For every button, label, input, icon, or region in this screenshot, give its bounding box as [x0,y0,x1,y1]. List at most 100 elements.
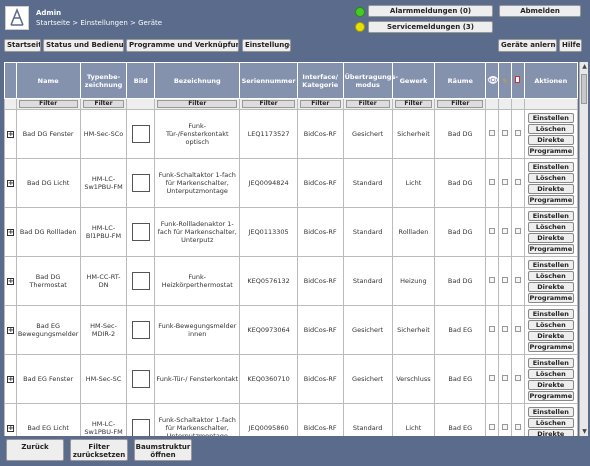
programme-button[interactable]: Programme [527,243,574,254]
filter-reset-button[interactable]: Filter zurücksetzen [70,439,128,461]
operate-checkbox[interactable] [501,228,508,234]
protocol-checkbox[interactable] [514,424,521,430]
column-name[interactable]: Name [15,62,81,99]
loeschen-button[interactable]: Löschen [527,368,574,379]
loeschen-button[interactable]: Löschen [527,123,574,134]
vertical-scrollbar[interactable]: ▲ ▼ [579,62,588,436]
loeschen-button[interactable]: Löschen [527,417,574,428]
programme-button[interactable]: Programme [527,292,574,303]
loeschen-button[interactable]: Löschen [527,221,574,232]
device-gewerk: Licht [391,403,436,436]
expand-plus-icon[interactable]: + [6,424,14,432]
direkte-button[interactable]: Direkte [527,183,574,194]
visible-checkbox[interactable] [489,228,496,234]
protocol-checkbox[interactable] [514,179,521,185]
programme-button[interactable]: Programme [527,145,574,156]
device-name[interactable]: Bad DG Licht [15,158,81,208]
device-name[interactable]: Bad DG Rollladen [15,207,81,257]
geraete-anlernen-button[interactable]: Geräte anlernen [498,39,557,52]
einstellen-button[interactable]: Einstellen [527,308,574,319]
direkte-button[interactable]: Direkte [527,379,574,390]
visible-checkbox[interactable] [489,424,496,430]
expand-plus-icon[interactable]: + [6,179,14,187]
expand-plus-icon[interactable]: + [6,228,14,236]
protocol-checkbox[interactable] [514,228,521,234]
protocol-checkbox[interactable] [514,130,521,136]
scroll-up-icon[interactable]: ▲ [581,63,588,70]
column-interface[interactable]: Interface/ Kategorie [296,62,344,99]
protocol-checkbox[interactable] [514,326,521,332]
alarm-messages-button[interactable]: Alarmmeldungen (0) [368,5,493,17]
device-type: HM-LC-Bl1PBU-FM [79,207,128,257]
programme-button[interactable]: Programme [527,390,574,401]
filter-bezeichnung-button[interactable]: Filter [157,100,238,108]
einstellen-button[interactable]: Einstellen [527,406,574,417]
operate-checkbox[interactable] [501,130,508,136]
programme-button[interactable]: Programme [527,341,574,352]
protocol-cell [510,305,525,355]
einstellen-button[interactable]: Einstellen [527,357,574,368]
column-typ[interactable]: Typenbe-zeichnung [79,62,128,99]
device-name[interactable]: Bad DG Thermostat [15,256,81,306]
filter-gewerk-button[interactable]: Filter [394,100,433,108]
device-name[interactable]: Bad EG Fenster [15,354,81,404]
back-button[interactable]: Zurück [6,439,64,461]
help-button[interactable]: Hilfe [559,39,582,52]
homematic-logo [5,6,29,30]
expand-plus-icon[interactable]: + [6,326,14,334]
direkte-button[interactable]: Direkte [527,134,574,145]
direkte-button[interactable]: Direkte [527,428,574,436]
operate-checkbox[interactable] [501,375,508,381]
scroll-down-icon[interactable]: ▼ [581,428,588,435]
filter-raeume-button[interactable]: Filter [437,100,484,108]
loeschen-button[interactable]: Löschen [527,172,574,183]
einstellen-button[interactable]: Einstellen [527,259,574,270]
nav-einstellungen-button[interactable]: Einstellungen [242,39,291,52]
protocol-checkbox[interactable] [514,375,521,381]
operate-checkbox[interactable] [501,277,508,283]
operate-checkbox[interactable] [501,179,508,185]
expand-plus-icon[interactable]: + [6,130,14,138]
protocol-checkbox[interactable] [514,277,521,283]
logout-button[interactable]: Abmelden [499,5,581,17]
direkte-button[interactable]: Direkte [527,330,574,341]
column-serial[interactable]: Seriennummer [239,62,298,99]
filter-name-button[interactable]: Filter [18,100,78,108]
einstellen-button[interactable]: Einstellen [527,112,574,123]
programme-button[interactable]: Programme [527,194,574,205]
document-icon [515,76,521,83]
einstellen-button[interactable]: Einstellen [527,210,574,221]
column-mode[interactable]: Übertragungs-modus [342,62,398,99]
expand-plus-icon[interactable]: + [6,375,14,383]
tree-view-button[interactable]: Baumstruktur öffnen [134,439,192,461]
filter-mode-button[interactable]: Filter [345,100,390,108]
nav-startseite-button[interactable]: Startseite [4,39,41,52]
einstellen-button[interactable]: Einstellen [527,161,574,172]
visible-checkbox[interactable] [489,277,496,283]
loeschen-button[interactable]: Löschen [527,270,574,281]
column-gewerk[interactable]: Gewerk [391,62,436,99]
direkte-button[interactable]: Direkte [527,232,574,243]
operate-checkbox[interactable] [501,326,508,332]
column-raeume[interactable]: Räume [434,62,487,99]
loeschen-button[interactable]: Löschen [527,319,574,330]
device-name[interactable]: Bad EG Licht [15,403,81,436]
filter-interface-button[interactable]: Filter [299,100,341,108]
direkte-button[interactable]: Direkte [527,281,574,292]
operate-cell [498,354,512,404]
nav-programme-button[interactable]: Programme und Verknüpfungen [126,39,239,52]
device-name[interactable]: Bad DG Fenster [15,109,81,159]
operate-checkbox[interactable] [501,424,508,430]
service-messages-button[interactable]: Servicemeldungen (3) [368,21,493,33]
filter-typ-button[interactable]: Filter [82,100,125,108]
device-name[interactable]: Bad EG Bewegungsmelder [15,305,81,355]
visible-checkbox[interactable] [489,326,496,332]
expand-plus-icon[interactable]: + [6,277,14,285]
scrollbar-thumb[interactable] [581,74,587,104]
nav-status-button[interactable]: Status und Bedienung [43,39,124,52]
visible-checkbox[interactable] [489,375,496,381]
visible-checkbox[interactable] [489,130,496,136]
visible-checkbox[interactable] [489,179,496,185]
filter-serial-button[interactable]: Filter [242,100,295,108]
column-bezeichnung[interactable]: Bezeichnung [154,62,241,99]
